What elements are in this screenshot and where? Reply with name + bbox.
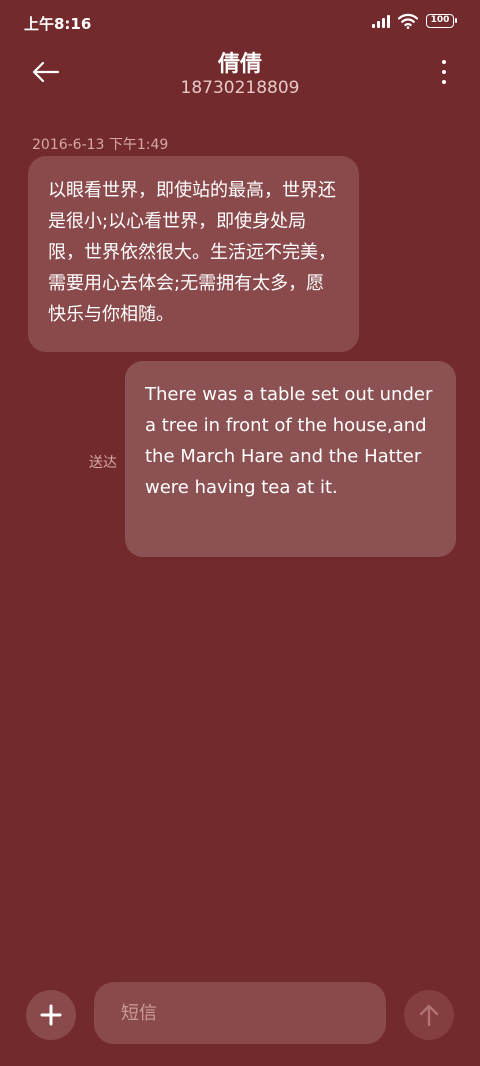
message-input[interactable]	[94, 982, 386, 1044]
wifi-icon	[398, 13, 418, 29]
more-vertical-icon	[442, 60, 446, 64]
contact-number: 18730218809	[180, 78, 300, 98]
contact-name: 倩倩	[217, 52, 262, 77]
incoming-message-bubble[interactable]: 以眼看世界，即使站的最高，世界还是很小;以心看世界，即使身处局限，世界依然很大。…	[28, 156, 359, 352]
outgoing-message-bubble[interactable]: There was a table set out under a tree i…	[125, 361, 456, 557]
status-icons: 100	[372, 13, 457, 29]
battery-icon: 100	[426, 14, 457, 28]
more-options-button[interactable]	[438, 58, 450, 86]
plus-icon	[40, 1004, 62, 1026]
message-text: 以眼看世界，即使站的最高，世界还是很小;以心看世界，即使身处局限，世界依然很大。…	[48, 180, 336, 325]
status-bar: 上午8:16 100	[0, 0, 480, 44]
status-time: 上午8:16	[24, 15, 92, 33]
message-text: There was a table set out under a tree i…	[145, 384, 433, 498]
delivery-status: 送达	[89, 455, 117, 471]
signal-icon	[372, 14, 390, 28]
arrow-up-icon	[419, 1004, 439, 1027]
message-timestamp: 2016-6-13 下午1:49	[32, 137, 169, 153]
conversation-header: 倩倩 18730218809	[0, 44, 480, 108]
sms-conversation-screen: 上午8:16 100 倩倩 18730218809 2016-6-13 下午1:…	[0, 0, 480, 1066]
send-button[interactable]	[404, 990, 454, 1040]
add-attachment-button[interactable]	[26, 990, 76, 1040]
